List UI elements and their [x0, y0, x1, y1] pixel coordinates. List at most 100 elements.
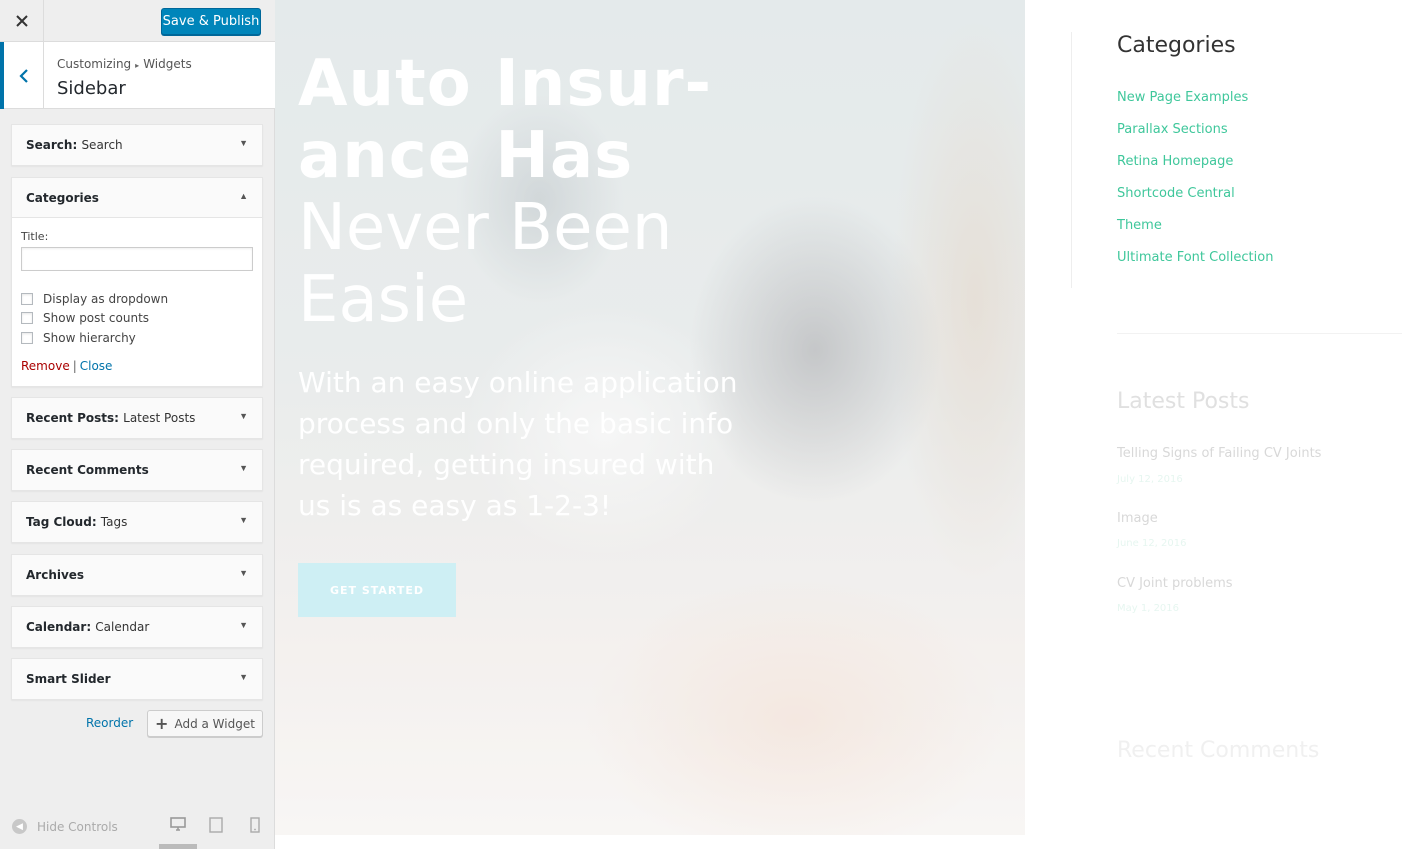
- close-link[interactable]: Close: [80, 359, 113, 373]
- hero-title-line: ance Has: [298, 119, 634, 193]
- widget-search: Search: Search ▼: [11, 124, 263, 166]
- title-field[interactable]: [21, 247, 253, 271]
- widget-header[interactable]: Tag Cloud: Tags ▼: [12, 502, 262, 542]
- hero-section: Auto Insur- ance Has Never Been Easie Wi…: [275, 0, 1025, 835]
- breadcrumb: Customizing ▸ Widgets: [57, 57, 192, 71]
- category-link[interactable]: Parallax Sections: [1117, 122, 1228, 137]
- customizer-panel: Save & Publish Customizing ▸ Widgets Sideb…: [0, 0, 275, 849]
- hide-controls-button[interactable]: ◀ Hide Controls: [12, 819, 118, 834]
- category-link[interactable]: New Page Examples: [1117, 90, 1248, 105]
- widget-form: Title: Display as dropdown Show post cou…: [12, 218, 262, 386]
- option-label: Show post counts: [43, 311, 150, 325]
- expand-arrow-icon[interactable]: ▼: [239, 138, 248, 148]
- hero-title-bold: Auto Insur- ance Has: [298, 48, 712, 192]
- option-hierarchy[interactable]: Show hierarchy: [21, 331, 136, 345]
- checkbox[interactable]: [21, 312, 33, 324]
- widget-subtitle: Calendar: [95, 620, 150, 634]
- widget-name: Recent Comments: [26, 463, 149, 477]
- widget-name: Tag Cloud: [26, 515, 92, 529]
- section-divider: [1117, 333, 1402, 334]
- remove-link[interactable]: Remove: [21, 359, 70, 373]
- expand-arrow-icon[interactable]: ▼: [239, 568, 248, 578]
- post-link[interactable]: Telling Signs of Failing CV Joints: [1117, 446, 1321, 461]
- hero-title-line: Auto Insur-: [298, 47, 713, 121]
- widget-subtitle: Search: [81, 138, 123, 152]
- widget-header[interactable]: Categories ▲: [12, 178, 262, 218]
- post-date: June 12, 2016: [1117, 538, 1187, 549]
- option-label: Display as dropdown: [43, 292, 169, 306]
- hide-controls-label: Hide Controls: [37, 819, 118, 834]
- mobile-preview-icon[interactable]: [250, 817, 260, 838]
- expand-arrow-icon[interactable]: ▼: [239, 411, 248, 421]
- checkbox[interactable]: [21, 293, 33, 305]
- desktop-preview-icon[interactable]: [170, 817, 186, 836]
- save-publish-button[interactable]: Save & Publish: [161, 8, 261, 35]
- post-link[interactable]: CV Joint problems: [1117, 576, 1233, 591]
- recent-comments-heading: Recent Comments: [1117, 738, 1320, 763]
- option-label: Show hierarchy: [43, 331, 136, 345]
- category-link[interactable]: Ultimate Font Collection: [1117, 250, 1273, 265]
- widget-name: Smart Slider: [26, 672, 111, 686]
- get-started-button[interactable]: GET STARTED: [298, 563, 456, 617]
- action-separator: |: [72, 359, 77, 373]
- latest-posts-heading: Latest Posts: [1117, 389, 1250, 414]
- categories-heading: Categories: [1117, 33, 1236, 58]
- post-link[interactable]: Image: [1117, 511, 1158, 526]
- widget-smart-slider: Smart Slider ▼: [11, 658, 263, 700]
- back-button[interactable]: [0, 42, 44, 109]
- sidebar-divider: [1071, 32, 1072, 288]
- widget-name: Categories: [26, 191, 99, 205]
- widget-subtitle: Tags: [100, 515, 128, 529]
- hero-subtitle: With an easy online application process …: [298, 366, 738, 522]
- widget-header[interactable]: Search: Search ▼: [12, 125, 262, 165]
- active-device-indicator: [159, 844, 197, 849]
- widget-tag-cloud: Tag Cloud: Tags ▼: [11, 501, 263, 543]
- widget-name: Calendar: [26, 620, 87, 634]
- customizer-header: Save & Publish: [0, 0, 275, 42]
- widget-calendar: Calendar: Calendar ▼: [11, 606, 263, 648]
- post-date: July 12, 2016: [1117, 474, 1183, 485]
- option-dropdown[interactable]: Display as dropdown: [21, 292, 168, 306]
- widget-categories: Categories ▲ Title: Display as dropdown …: [11, 177, 263, 387]
- collapse-arrow-icon[interactable]: ▲: [239, 191, 248, 201]
- widget-archives: Archives ▼: [11, 554, 263, 596]
- section-title: Sidebar: [57, 78, 126, 99]
- category-link[interactable]: Theme: [1117, 218, 1162, 233]
- close-icon: [15, 15, 28, 27]
- expand-arrow-icon[interactable]: ▼: [239, 515, 248, 525]
- breadcrumb-arrow-icon: ▸: [135, 61, 140, 70]
- checkbox[interactable]: [21, 332, 33, 344]
- category-link[interactable]: Shortcode Central: [1117, 186, 1235, 201]
- category-link[interactable]: Retina Homepage: [1117, 154, 1233, 169]
- widget-control-actions: Remove | Close: [21, 359, 112, 373]
- widget-recent-posts: Recent Posts: Latest Posts ▼: [11, 397, 263, 439]
- add-widget-button[interactable]: + Add a Widget: [147, 710, 263, 737]
- expand-arrow-icon[interactable]: ▼: [239, 672, 248, 682]
- widget-name: Search: [26, 138, 73, 152]
- expand-arrow-icon[interactable]: ▼: [239, 620, 248, 630]
- section-header: Customizing ▸ Widgets Sidebar: [0, 42, 275, 109]
- widget-header[interactable]: Calendar: Calendar ▼: [12, 607, 262, 647]
- widget-subtitle: Latest Posts: [123, 411, 196, 425]
- title-label: Title:: [21, 230, 49, 243]
- widget-header[interactable]: Smart Slider ▼: [12, 659, 262, 699]
- plus-icon: +: [155, 714, 169, 733]
- add-widget-label: Add a Widget: [174, 716, 255, 731]
- widget-name: Recent Posts: [26, 411, 115, 425]
- widget-header[interactable]: Recent Comments ▼: [12, 450, 262, 490]
- hero-title-line: Easie: [298, 263, 469, 337]
- widget-name: Archives: [26, 568, 85, 582]
- expand-arrow-icon[interactable]: ▼: [239, 463, 248, 473]
- widget-header[interactable]: Archives ▼: [12, 555, 262, 595]
- post-date: May 1, 2016: [1117, 603, 1180, 614]
- breadcrumb-root: Customizing: [57, 57, 132, 71]
- reorder-link[interactable]: Reorder: [86, 716, 133, 730]
- hero-title-light: Never Been Easie: [298, 192, 672, 336]
- option-post-counts[interactable]: Show post counts: [21, 311, 149, 325]
- widget-header[interactable]: Recent Posts: Latest Posts ▼: [12, 398, 262, 438]
- close-customizer-button[interactable]: [0, 0, 44, 42]
- collapse-arrow-icon: ◀: [12, 819, 27, 834]
- widget-recent-comments: Recent Comments ▼: [11, 449, 263, 491]
- tablet-preview-icon[interactable]: [209, 817, 223, 838]
- breadcrumb-child: Widgets: [143, 57, 192, 71]
